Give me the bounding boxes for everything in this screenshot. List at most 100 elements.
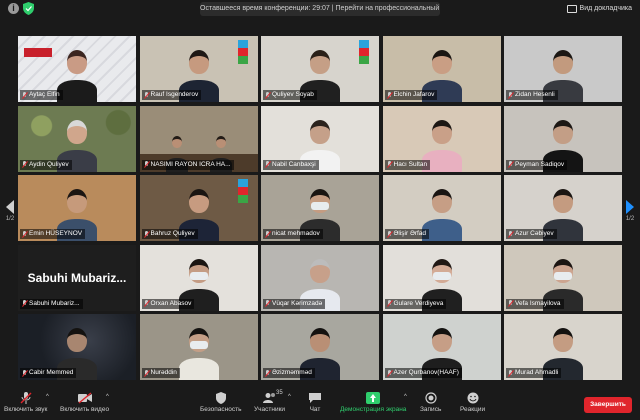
participant-name-label: Nurəddin xyxy=(141,368,180,378)
participant-name: Quliyev Soyab xyxy=(272,91,314,98)
participant-tile[interactable]: Emin HÜSEYNOV xyxy=(18,175,136,241)
reactions-button[interactable]: Реакции xyxy=(460,392,485,418)
participant-head xyxy=(431,50,452,74)
chat-label: Чат xyxy=(309,406,321,413)
participant-tile[interactable]: Nabil Canbaxşi xyxy=(261,105,379,172)
record-label: Запись xyxy=(420,406,442,413)
participant-tile[interactable]: Sabuhi Mubariz... Sabuhi Mubariz... xyxy=(18,244,136,311)
chat-bubble-icon xyxy=(309,393,321,403)
face-mask xyxy=(189,271,208,280)
participant-tile[interactable]: Nurəddin xyxy=(139,314,258,380)
participant-head xyxy=(67,189,87,213)
participant-head xyxy=(431,328,452,352)
video-options-caret-icon[interactable]: ^ xyxy=(106,394,109,400)
participant-tile[interactable]: Aytaç Elfin xyxy=(18,36,136,102)
audio-options-caret-icon[interactable]: ^ xyxy=(46,394,49,400)
muted-mic-icon xyxy=(387,161,392,168)
participant-tile[interactable]: Rauf Isgenderov xyxy=(139,36,258,102)
participant-head xyxy=(171,135,182,148)
participant-name-label: Cabir Memmed xyxy=(20,368,77,378)
flag-backdrop xyxy=(237,179,248,203)
participant-tile[interactable]: Orxan Abasov xyxy=(139,244,258,311)
share-screen-button[interactable]: Демонстрация экрана xyxy=(340,392,406,418)
participant-tile[interactable]: Elchin Jafarov xyxy=(382,36,501,102)
participant-head xyxy=(310,50,330,74)
share-options-caret-icon[interactable]: ^ xyxy=(404,394,407,400)
participants-caret-icon[interactable]: ^ xyxy=(288,394,291,400)
muted-mic-icon xyxy=(265,300,270,307)
participant-name: Gulare Verdiyeva xyxy=(393,299,444,307)
participant-name-label: NASIMI RAYON ICRA HA... xyxy=(141,159,234,170)
participant-tile[interactable]: Quliyev Soyab xyxy=(261,36,379,102)
participant-name-label: Vefa Ismayilova xyxy=(506,298,564,309)
next-page-button[interactable]: 1/2 xyxy=(623,200,637,222)
participant-tile[interactable]: Hacı Sultan xyxy=(382,105,501,172)
face-mask xyxy=(554,271,572,280)
participant-tile[interactable]: Vefa Ismayilova xyxy=(504,244,622,311)
participant-name-label: Sabuhi Mubariz... xyxy=(20,298,83,309)
participant-head xyxy=(188,189,209,213)
face-mask xyxy=(189,341,208,349)
muted-mic-icon xyxy=(265,161,270,168)
face-mask xyxy=(432,271,451,280)
top-bar: i Оставшееся время конференции: 29:07 | … xyxy=(0,0,640,18)
participant-tile[interactable]: Azer Qurbanov(HAAF) xyxy=(382,314,501,380)
record-button[interactable]: Запись xyxy=(420,392,441,418)
end-meeting-button[interactable]: Завершить xyxy=(584,397,632,413)
participant-tile[interactable]: nicat mehmadov xyxy=(261,175,379,241)
participant-tile[interactable]: Aydin Quliyev xyxy=(18,105,136,172)
info-icon[interactable]: i xyxy=(8,3,19,14)
participant-tile[interactable]: Zidan Hesenli xyxy=(504,36,622,102)
participant-tile[interactable]: Bahruz Quliyev xyxy=(139,175,258,241)
participant-name: nicat mehmadov xyxy=(272,230,320,237)
participant-tile[interactable]: Murad Ahmadli xyxy=(504,314,622,380)
muted-mic-icon xyxy=(20,392,32,404)
participant-name: Zidan Hesenli xyxy=(515,91,555,98)
participant-name: Əlişir Ərfad xyxy=(393,230,427,237)
participant-name: Əzizməmməd xyxy=(272,369,312,376)
participant-name: Azer Qurbanov(HAAF) xyxy=(393,369,459,376)
face-mask xyxy=(311,202,329,210)
participant-head xyxy=(553,50,573,74)
participant-tile[interactable]: Əzizməmməd xyxy=(261,314,379,380)
participant-tile[interactable]: Azur Cəbiyev xyxy=(504,175,622,241)
unmute-button[interactable]: Включить звук xyxy=(4,392,47,418)
start-video-button[interactable]: Включить видео xyxy=(60,392,109,418)
participant-head xyxy=(310,258,330,283)
muted-mic-icon xyxy=(144,300,149,307)
participant-name: Hacı Sultan xyxy=(393,160,428,168)
previous-page-button[interactable]: 1/2 xyxy=(3,200,17,222)
speaker-view-button[interactable]: Вид докладчика xyxy=(566,2,632,16)
time-remaining-banner[interactable]: Оставшееся время конференции: 29:07 | Пе… xyxy=(200,2,440,16)
participant-name-label: Aytaç Elfin xyxy=(20,90,63,100)
participant-name: Emin HÜSEYNOV xyxy=(29,230,83,237)
participant-name-label: Hacı Sultan xyxy=(384,159,431,170)
chat-button[interactable]: Чат xyxy=(308,392,322,418)
muted-mic-icon xyxy=(22,300,27,307)
participant-tile[interactable]: Cabir Memmed xyxy=(18,314,136,380)
camera-off-icon xyxy=(77,392,92,404)
participant-gallery: Aytaç Elfin Rauf Isgenderov Quliyev Soyab E… xyxy=(18,36,622,380)
participant-head xyxy=(67,50,87,74)
participant-tile[interactable]: NASIMI RAYON ICRA HA... xyxy=(139,105,258,172)
page-indicator-right: 1/2 xyxy=(625,216,635,222)
participant-name: Bahruz Quliyev xyxy=(150,230,195,237)
muted-mic-icon xyxy=(508,369,513,377)
participant-tile[interactable]: Əlişir Ərfad xyxy=(382,175,501,241)
participant-name: NASIMI RAYON ICRA HA... xyxy=(150,160,231,168)
muted-mic-icon xyxy=(508,161,513,168)
muted-mic-icon xyxy=(265,369,270,377)
muted-mic-icon xyxy=(144,230,149,238)
shield-icon[interactable] xyxy=(23,2,34,15)
participant-name: Murad Ahmadli xyxy=(515,369,559,376)
participant-head xyxy=(310,119,330,144)
security-button[interactable]: Безопасность xyxy=(200,392,241,418)
muted-mic-icon xyxy=(508,300,513,307)
muted-mic-icon xyxy=(265,91,270,99)
participant-name-label: Orxan Abasov xyxy=(141,298,195,309)
participant-tile[interactable]: Peyman Sadiqov xyxy=(504,105,622,172)
participant-tile[interactable]: Vüqar Kərimzadə xyxy=(261,244,379,311)
participant-tile[interactable]: Gulare Verdiyeva xyxy=(382,244,501,311)
participant-name-label: Əzizməmməd xyxy=(263,368,315,378)
meeting-toolbar: Включить звук ^ Включить видео ^ Безопас… xyxy=(0,388,640,420)
